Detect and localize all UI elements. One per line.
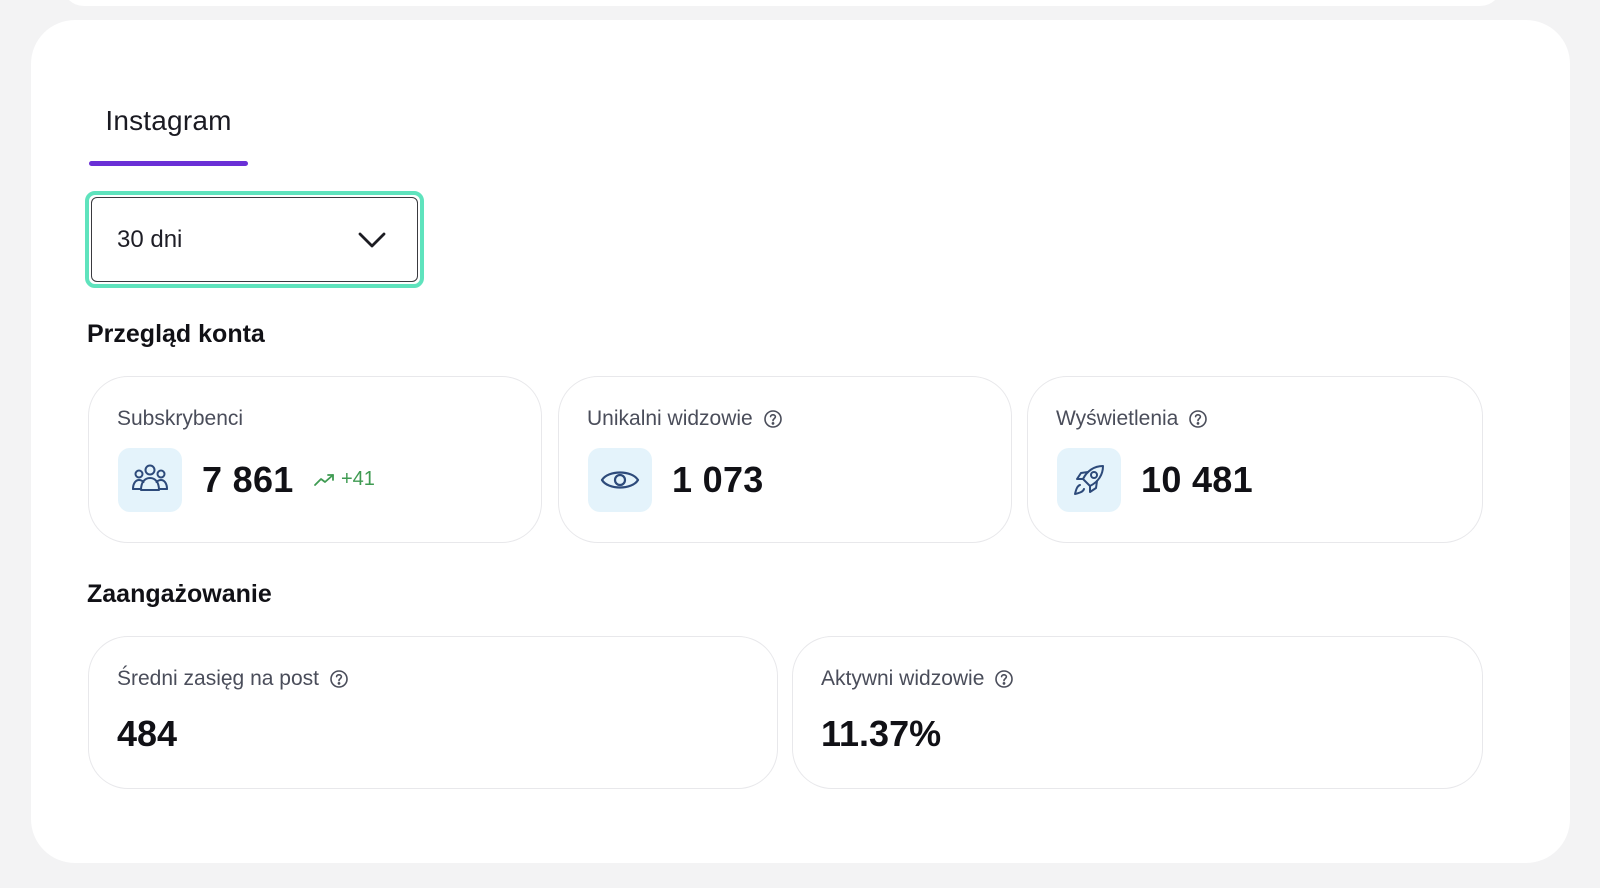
help-icon[interactable] — [763, 409, 783, 429]
tab-label: Instagram — [105, 105, 232, 136]
help-icon[interactable] — [1188, 409, 1208, 429]
card-avg-reach-per-post: Średni zasięg na post 484 — [88, 636, 778, 789]
active-tab-indicator — [89, 161, 248, 166]
trending-up-icon — [313, 472, 337, 488]
card-label-text: Wyświetlenia — [1056, 407, 1179, 430]
help-icon[interactable] — [329, 669, 349, 689]
tab-instagram[interactable]: Instagram — [89, 98, 248, 166]
period-select[interactable]: 30 dni — [85, 191, 424, 288]
rocket-icon — [1057, 448, 1121, 512]
previous-panel-edge — [62, 0, 1502, 6]
card-label-text: Subskrybenci — [117, 407, 244, 430]
card-label-text: Unikalni widzowie — [587, 407, 753, 430]
stats-panel: Instagram 30 dni Przegląd konta Subskryb… — [31, 20, 1570, 863]
section-title-account-overview: Przegląd konta — [87, 320, 265, 348]
card-active-viewers: Aktywni widzowie 11.37% — [792, 636, 1483, 789]
card-subscribers: Subskrybenci 7 861 +41 — [88, 376, 542, 543]
metric-value: 11.37% — [821, 713, 942, 754]
metric-value: 1 073 — [672, 459, 764, 500]
period-select-value: 30 dni — [117, 225, 183, 253]
card-label: Subskrybenci — [117, 407, 243, 431]
card-label: Wyświetlenia — [1056, 407, 1208, 431]
card-label-text: Średni zasięg na post — [117, 667, 319, 690]
card-views: Wyświetlenia 10 481 — [1027, 376, 1483, 543]
metric-value: 10 481 — [1141, 459, 1253, 500]
card-label: Aktywni widzowie — [821, 667, 1014, 691]
metric-value: 484 — [117, 713, 178, 754]
card-label: Unikalni widzowie — [587, 407, 783, 431]
users-icon — [118, 448, 182, 512]
help-icon[interactable] — [994, 669, 1014, 689]
metric-value: 7 861 — [202, 459, 294, 500]
card-unique-viewers: Unikalni widzowie 1 073 — [558, 376, 1012, 543]
card-label: Średni zasięg na post — [117, 667, 349, 691]
chevron-down-icon — [357, 230, 387, 250]
section-title-engagement: Zaangażowanie — [87, 580, 272, 608]
trend-value: +41 — [341, 468, 375, 490]
eye-icon — [588, 448, 652, 512]
trend-badge: +41 — [313, 468, 375, 491]
card-label-text: Aktywni widzowie — [821, 667, 985, 690]
